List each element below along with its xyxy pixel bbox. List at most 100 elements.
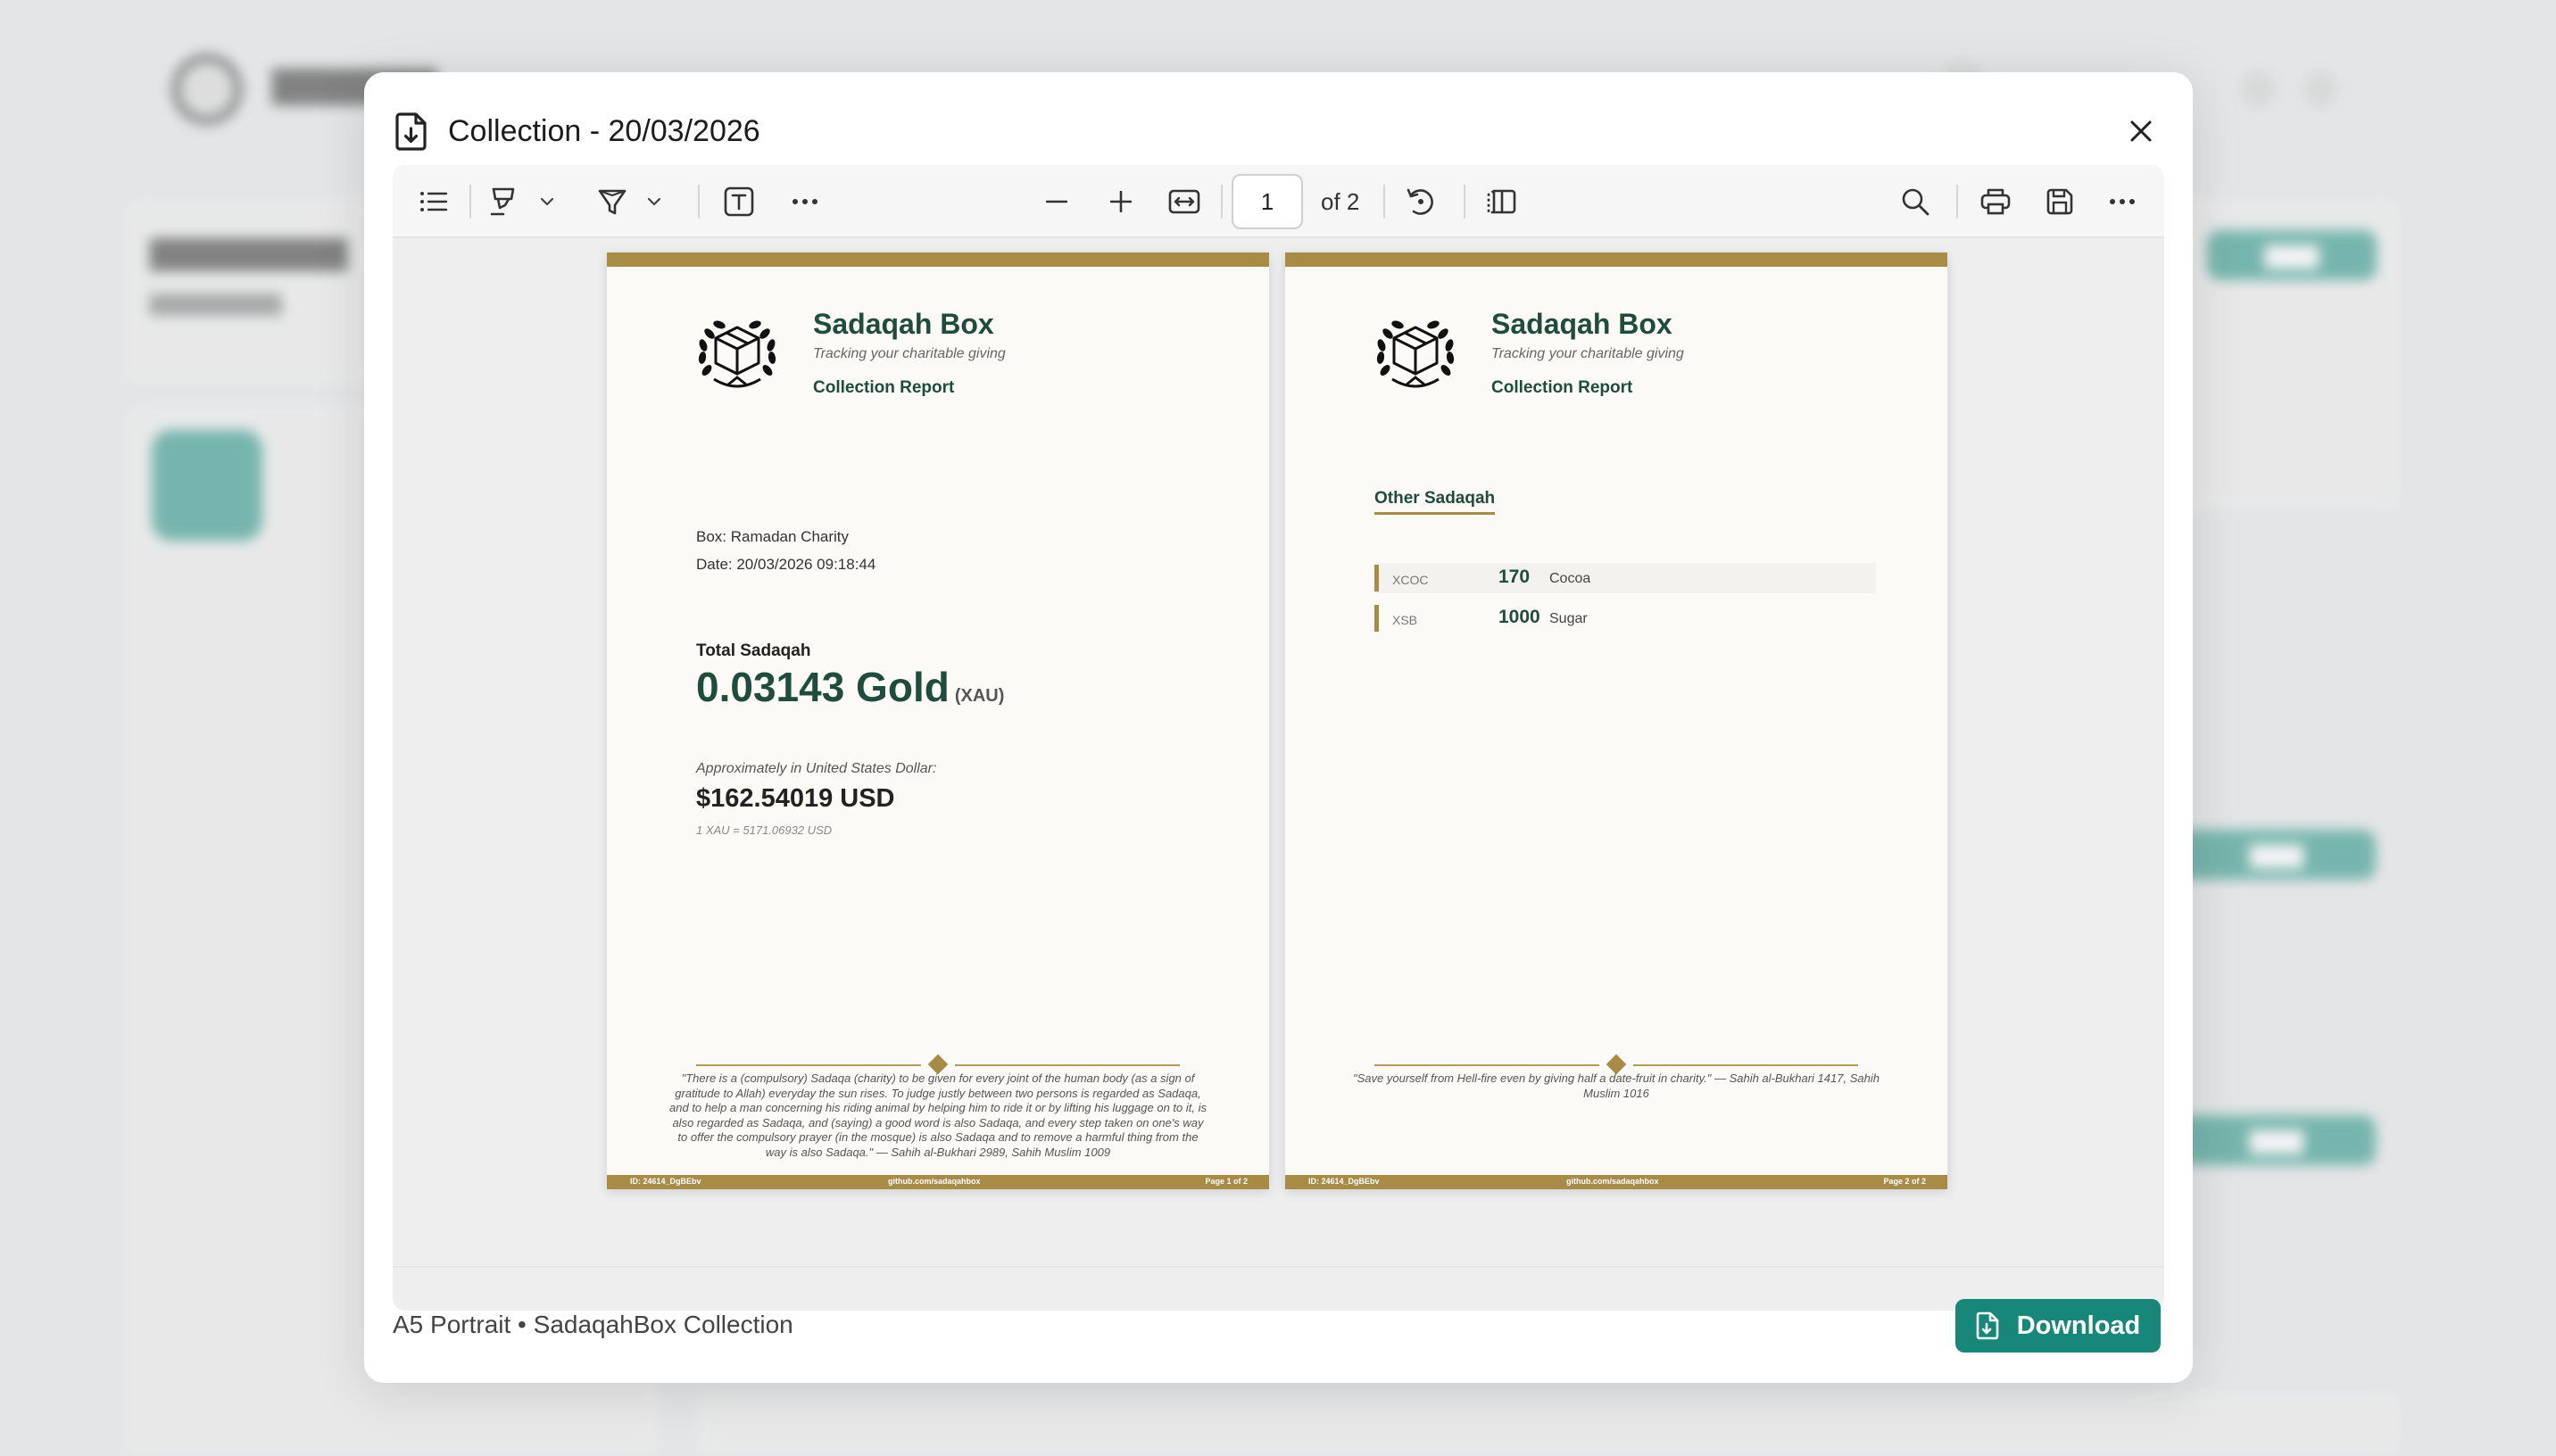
zoom-out-button[interactable] — [1037, 180, 1076, 223]
pdf-tagline: Tracking your charitable giving — [1491, 346, 1684, 361]
more-tools-button[interactable] — [785, 180, 825, 223]
pdf-total-label: Total Sadaqah — [696, 641, 811, 660]
pdf-report-title: Collection Report — [1491, 378, 1633, 397]
toolbar-separator — [469, 185, 471, 219]
list-icon — [420, 192, 448, 211]
more-options-button[interactable] — [2103, 180, 2142, 223]
search-button[interactable] — [1896, 180, 1935, 223]
save-icon — [2046, 188, 2073, 215]
plus-icon — [1110, 191, 1132, 212]
page-footer-bar: ID: 24614_DgBEbv github.com/sadaqahbox P… — [1285, 1175, 1947, 1189]
bg-button: ▇▇▇ — [2178, 1115, 2376, 1165]
pdf-item-qty: 1000 — [1498, 607, 1540, 627]
close-button[interactable] — [2120, 110, 2162, 153]
add-text-button[interactable] — [719, 180, 759, 223]
sadaqah-box-emblem-icon — [698, 320, 776, 388]
pdf-ornament-divider — [696, 1054, 1180, 1075]
bg-panel — [696, 1392, 2401, 1456]
pdf-total-value: 0.03143 Gold (XAU) — [696, 663, 1004, 711]
pdf-toolbar: of 2 — [393, 165, 2164, 238]
pdf-item-code: XCOC — [1392, 573, 1429, 587]
page-number-input[interactable] — [1232, 174, 1303, 229]
print-button[interactable] — [1976, 180, 2015, 223]
fit-width-button[interactable] — [1162, 180, 1207, 223]
download-button[interactable]: Download — [1955, 1299, 2161, 1353]
file-download-icon — [1976, 1311, 1999, 1340]
pdf-box-name: Box: Ramadan Charity — [696, 528, 850, 545]
chevron-down-icon — [540, 197, 554, 206]
pdf-collection-date: Date: 20/03/2026 09:18:44 — [696, 556, 876, 573]
pdf-item-code: XSB — [1392, 613, 1418, 627]
pdf-item-name: Sugar — [1549, 611, 1588, 626]
pdf-footer-page: Page 1 of 2 — [1205, 1177, 1248, 1186]
dialog-title: Collection - 20/03/2026 — [448, 113, 760, 148]
bg-icon — [2240, 71, 2276, 107]
pdf-preview-dialog: Collection - 20/03/2026 1 of 2 Sadaqah B… — [364, 72, 2193, 1383]
dialog-header: Collection - 20/03/2026 — [394, 99, 2162, 163]
toolbar-separator — [1221, 185, 1223, 219]
pen-icon — [598, 189, 627, 215]
close-icon — [2130, 120, 2152, 142]
pdf-page-2: Sadaqah Box Tracking your charitable giv… — [1285, 252, 1947, 1189]
pdf-item-row: XSB 1000 Sugar — [1374, 603, 1876, 633]
pdf-tagline: Tracking your charitable giving — [813, 346, 1006, 361]
download-button-label: Download — [2016, 1311, 2141, 1340]
bg-button: ▇▇▇ — [2178, 830, 2376, 880]
toolbar-separator — [698, 185, 700, 219]
bg-icon — [2303, 71, 2338, 107]
rotate-button[interactable] — [1401, 180, 1440, 223]
chevron-down-icon — [647, 197, 661, 206]
pdf-item-row: XCOC 170 Cocoa — [1374, 563, 1876, 593]
highlight-options-button[interactable] — [535, 180, 559, 223]
pdf-total-currency-code: (XAU) — [954, 686, 1005, 706]
pdf-footer-id: ID: 24614_DgBEbv — [630, 1177, 701, 1186]
toolbar-separator — [1464, 185, 1465, 219]
page-header-bar — [607, 252, 1269, 267]
pdf-brand-title: Sadaqah Box — [1491, 308, 1672, 340]
printer-icon — [1980, 188, 2011, 215]
minus-icon — [1046, 200, 1067, 203]
pdf-footer-site: github.com/sadaqahbox — [1566, 1177, 1659, 1186]
bg-button: ▇▇▇ — [2207, 230, 2377, 280]
document-format-info: A5 Portrait • SadaqahBox Collection — [393, 1311, 793, 1338]
rotate-icon — [1407, 188, 1433, 215]
page-footer-bar: ID: 24614_DgBEbv github.com/sadaqahbox P… — [607, 1175, 1269, 1189]
pdf-ornament-divider — [1374, 1054, 1858, 1075]
dialog-footer-divider — [393, 1266, 2164, 1268]
zoom-in-button[interactable] — [1101, 180, 1141, 223]
bg-subheading: ▇▇▇▇▇▇▇▇ — [150, 292, 282, 316]
page-header-bar — [1285, 252, 1947, 267]
pdf-report-title: Collection Report — [813, 378, 955, 397]
two-page-icon — [1487, 189, 1516, 214]
pdf-footer-site: github.com/sadaqahbox — [888, 1177, 981, 1186]
more-horizontal-icon — [2110, 199, 2135, 204]
page-view-button[interactable] — [1481, 180, 1521, 223]
pdf-item-name: Cocoa — [1549, 571, 1591, 586]
fit-width-icon — [1168, 189, 1200, 214]
highlighter-icon — [490, 187, 515, 216]
pdf-hadith-quote: "Save yourself from Hell-fire even by gi… — [1353, 1071, 1880, 1100]
draw-button[interactable] — [594, 180, 630, 223]
bg-panel — [2178, 314, 2401, 510]
toolbar-separator — [1383, 185, 1385, 219]
save-button[interactable] — [2040, 180, 2079, 223]
bg-app-logo — [171, 54, 243, 125]
pdf-total-amount: 0.03143 Gold — [696, 664, 950, 710]
draw-options-button[interactable] — [643, 180, 666, 223]
bg-box-tile — [152, 430, 262, 541]
outline-button[interactable] — [414, 180, 453, 223]
pdf-item-qty: 170 — [1498, 567, 1531, 587]
file-download-icon — [394, 112, 430, 151]
bg-heading: ▇▇▇▇▇▇▇▇ — [150, 234, 348, 270]
highlight-button[interactable] — [485, 180, 521, 223]
sadaqah-box-emblem-icon — [1376, 320, 1455, 388]
pdf-exchange-rate: 1 XAU = 5171.06932 USD — [696, 823, 833, 837]
pdf-viewer: of 2 — [393, 165, 2164, 1311]
pdf-footer-id: ID: 24614_DgBEbv — [1308, 1177, 1380, 1186]
toolbar-separator — [1956, 185, 1958, 219]
pdf-hadith-quote: "There is a (compulsory) Sadaqa (charity… — [669, 1071, 1207, 1159]
pdf-approx-value: $162.54019 USD — [696, 784, 895, 813]
page-count: of 2 — [1321, 188, 1360, 215]
pdf-footer-page: Page 2 of 2 — [1883, 1177, 1926, 1186]
pdf-brand-title: Sadaqah Box — [813, 308, 994, 340]
